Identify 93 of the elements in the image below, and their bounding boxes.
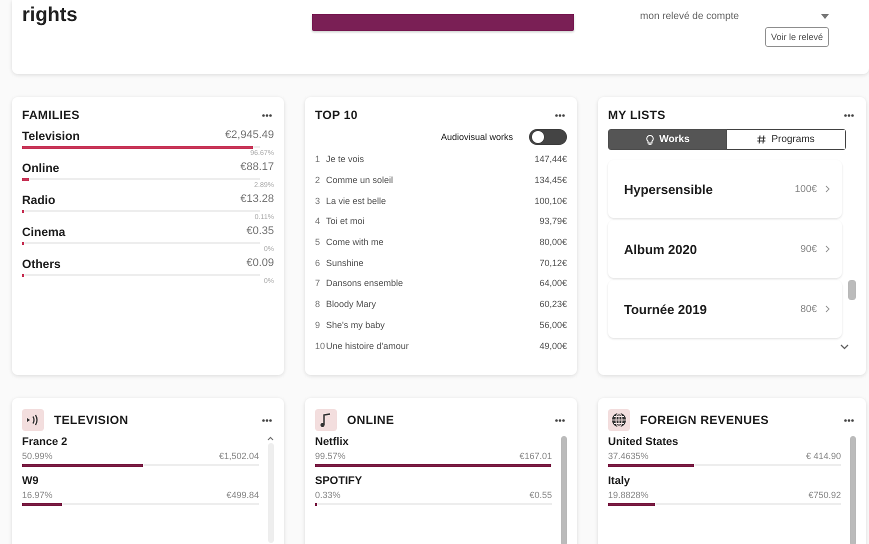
rank-number: 8 — [315, 299, 322, 310]
family-name: Television — [22, 129, 80, 143]
chevron-right-icon — [825, 305, 830, 313]
work-title: She's my baby — [326, 320, 386, 330]
scrollbar-thumb[interactable] — [850, 436, 856, 544]
toggle-label: Audiovisual works — [440, 132, 513, 142]
item-percent: 0.33% — [315, 490, 341, 500]
item-amount: € 414.90 — [806, 451, 841, 461]
item-name: W9 — [22, 475, 40, 487]
card-title: FAMILIES — [22, 108, 80, 122]
caret-icon — [821, 14, 829, 19]
family-amount: €2,945.49 — [225, 129, 274, 143]
more-icon[interactable] — [262, 418, 272, 422]
rank-number: 3 — [315, 196, 322, 206]
list-item[interactable]: Album 2020 90€ — [608, 220, 842, 278]
rank-number: 4 — [315, 216, 322, 226]
item-percent: 16.97% — [22, 490, 53, 500]
work-amount: 70,12€ — [539, 258, 567, 268]
item-name: SPOTIFY — [315, 475, 364, 487]
item-name: Netflix — [315, 436, 350, 448]
hash-icon — [757, 135, 766, 144]
family-name: Others — [22, 257, 61, 271]
family-amount: €0.09 — [246, 257, 274, 271]
card-title: TELEVISION — [54, 413, 128, 427]
work-amount: 64,00€ — [539, 278, 567, 288]
work-title: La vie est belle — [326, 196, 388, 206]
work-amount: 93,79€ — [539, 216, 567, 226]
work-title: Sunshine — [326, 258, 365, 268]
bulb-icon — [646, 134, 654, 144]
family-name: Cinema — [22, 225, 66, 239]
card-title: MY LISTS — [608, 108, 666, 122]
page-title: rights — [22, 4, 79, 26]
scrollbar-thumb[interactable] — [560, 436, 566, 544]
work-amount: 49,00€ — [539, 340, 567, 351]
card-title: FOREIGN REVENUES — [640, 413, 769, 427]
item-amount: €1,502.04 — [218, 451, 259, 461]
item-amount: €167.01 — [519, 451, 552, 461]
family-amount: €0.35 — [246, 225, 274, 239]
item-amount: €499.84 — [226, 490, 259, 500]
rank-number: 1 — [315, 154, 322, 164]
statement-dropdown[interactable]: mon relevé de compte — [640, 11, 829, 22]
rank-number: 7 — [315, 278, 322, 288]
family-name: Radio — [22, 193, 56, 207]
card-title: ONLINE — [347, 413, 394, 427]
work-title: Une histoire d'amour — [326, 340, 410, 351]
card-title: TOP 10 — [315, 108, 358, 122]
more-icon[interactable] — [555, 114, 565, 116]
globe-icon — [608, 409, 630, 431]
item-percent: 19.8828% — [608, 490, 649, 500]
chevron-right-icon — [825, 185, 830, 193]
family-amount: €13.28 — [240, 193, 274, 207]
rank-number: 9 — [315, 320, 322, 330]
item-name: Italy — [608, 475, 632, 487]
work-title: Come with me — [326, 237, 385, 248]
chevron-up-icon[interactable] — [267, 436, 274, 441]
work-title: Bloody Mary — [326, 299, 378, 310]
item-percent: 37.4635% — [608, 451, 649, 461]
more-icon[interactable] — [844, 418, 854, 422]
item-percent: 99.57% — [315, 451, 346, 461]
work-amount: 60,23€ — [539, 299, 567, 310]
family-amount: €88.17 — [240, 161, 274, 175]
rank-number: 6 — [315, 258, 322, 268]
view-statement-button[interactable]: Voir le relevé — [764, 27, 829, 47]
chevron-down-icon[interactable] — [840, 344, 849, 350]
toggle-switch[interactable] — [529, 129, 567, 145]
list-item[interactable]: Hypersensible 100€ — [608, 160, 842, 218]
item-name: France 2 — [22, 436, 68, 448]
work-title: Toi et moi — [326, 216, 366, 226]
item-percent: 50.99% — [22, 451, 53, 461]
chevron-right-icon — [825, 245, 830, 253]
list-item[interactable]: Tournée 2019 80€ — [608, 280, 842, 338]
more-icon[interactable] — [555, 418, 565, 422]
scrollbar-thumb[interactable] — [848, 280, 856, 300]
work-title: Dansons ensemble — [326, 278, 404, 288]
item-amount: €0.55 — [529, 490, 552, 500]
item-name: United States — [608, 436, 680, 448]
work-amount: 100,10€ — [534, 196, 567, 206]
work-title: Comme un soleil — [326, 175, 394, 186]
music-note-icon — [315, 409, 337, 431]
item-amount: €750.92 — [808, 490, 841, 500]
list-tab[interactable]: Works — [609, 130, 727, 149]
rank-number: 10 — [315, 340, 324, 351]
work-title: Je te vois — [326, 154, 366, 164]
family-name: Online — [22, 161, 60, 175]
rank-number: 5 — [315, 237, 322, 248]
work-amount: 147,44€ — [534, 154, 567, 164]
rank-number: 2 — [315, 175, 322, 186]
work-amount: 134,45€ — [534, 175, 567, 186]
work-amount: 80,00€ — [539, 237, 567, 248]
more-icon[interactable] — [262, 114, 272, 116]
broadcast-icon — [22, 409, 44, 431]
work-amount: 56,00€ — [539, 320, 567, 330]
more-icon[interactable] — [844, 114, 854, 116]
